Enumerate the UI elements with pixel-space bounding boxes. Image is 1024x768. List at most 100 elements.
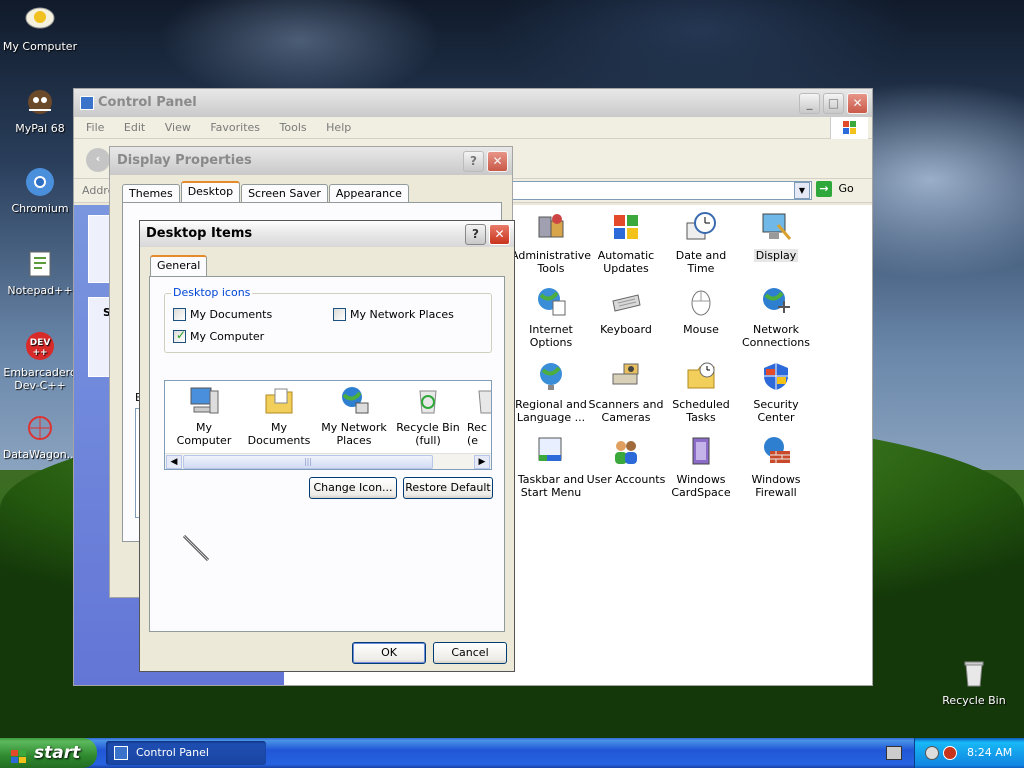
- cp-item-windows-firewall[interactable]: Windows Firewall: [736, 435, 816, 499]
- cp-item-label: Security Center: [753, 398, 799, 424]
- cp-item-label: Automatic Updates: [597, 249, 655, 275]
- desktop-icon-recycle-bin[interactable]: Recycle Bin: [934, 658, 1014, 707]
- cp-item-scheduled-tasks[interactable]: Scheduled Tasks: [661, 360, 741, 424]
- cp-item-network-connections[interactable]: Network Connections: [736, 285, 816, 349]
- cp-item-label: Regional and Language ...: [515, 398, 587, 424]
- cp-item-security-center[interactable]: Security Center: [736, 360, 816, 424]
- horizontal-scrollbar[interactable]: ◀ ||| ▶: [165, 453, 491, 469]
- desktop-icon-label: MyPal 68: [15, 122, 65, 135]
- start-button[interactable]: start: [0, 738, 97, 768]
- close-button[interactable]: ✕: [487, 151, 508, 172]
- go-label: Go: [838, 182, 854, 195]
- icon-list-item-label: My Computer: [176, 421, 232, 447]
- icon-list-view[interactable]: My Computer My Documents My Network Plac…: [164, 380, 492, 470]
- desktop-icon-devcpp[interactable]: DEV ++ Embarcadero Dev-C++: [0, 330, 80, 392]
- change-icon-button[interactable]: Change Icon...: [309, 477, 397, 499]
- scroll-left-button[interactable]: ◀: [166, 455, 182, 469]
- my-network-places-checkbox-label: My Network Places: [350, 308, 454, 321]
- cp-item-date-and-time[interactable]: Date and Time: [661, 211, 741, 275]
- desktop-icon-label: Chromium: [11, 202, 69, 215]
- cp-item-regional-language[interactable]: Regional and Language ...: [511, 360, 591, 424]
- network-tray-icon[interactable]: [925, 746, 939, 760]
- cp-item-automatic-updates[interactable]: Automatic Updates: [586, 211, 666, 275]
- cp-item-keyboard[interactable]: Keyboard: [586, 285, 666, 336]
- desktop-icons-group-label: Desktop icons: [171, 286, 253, 299]
- desktop-items-titlebar[interactable]: Desktop Items ? ✕: [140, 221, 514, 247]
- cp-item-label: Windows Firewall: [751, 473, 801, 499]
- taskbar-item-label: Control Panel: [136, 746, 209, 759]
- cp-item-scanners-cameras[interactable]: Scanners and Cameras: [586, 360, 666, 424]
- icon-list-item[interactable]: Recycle Bin (full): [393, 385, 463, 447]
- taskbar-item-control-panel[interactable]: Control Panel: [106, 741, 266, 765]
- desktop-items-dialog[interactable]: Desktop Items ? ✕ General Desktop icons …: [139, 220, 515, 672]
- icon-list-item[interactable]: My Documents: [241, 385, 317, 447]
- mypal-icon: [24, 86, 56, 118]
- cp-item-display[interactable]: Display: [736, 211, 816, 262]
- control-panel-titlebar[interactable]: Control Panel _ □ ✕: [74, 89, 872, 117]
- menu-help[interactable]: Help: [326, 121, 351, 134]
- cp-item-internet-options[interactable]: Internet Options: [511, 285, 591, 349]
- menu-edit[interactable]: Edit: [124, 121, 145, 134]
- documents-icon: [263, 385, 295, 417]
- computer-icon: [24, 4, 56, 36]
- icon-list-item[interactable]: My Computer: [169, 385, 239, 447]
- my-network-places-checkbox[interactable]: [333, 308, 346, 321]
- menu-favorites[interactable]: Favorites: [210, 121, 260, 134]
- restore-default-button[interactable]: Restore Default: [403, 477, 493, 499]
- notepadpp-icon: [24, 248, 56, 280]
- tab-general[interactable]: General: [150, 255, 208, 276]
- cp-item-mouse[interactable]: Mouse: [661, 285, 741, 336]
- tab-desktop[interactable]: Desktop: [180, 181, 241, 202]
- desktop-icon-chromium[interactable]: Chromium: [0, 166, 80, 215]
- desktop-icon-notepadpp[interactable]: Notepad++: [0, 248, 80, 297]
- desktop-icon-mypal[interactable]: MyPal 68: [0, 86, 80, 135]
- icon-list-item[interactable]: My Network Places: [319, 385, 389, 447]
- menu-view[interactable]: View: [165, 121, 191, 134]
- my-computer-checkbox[interactable]: ✓: [173, 328, 186, 343]
- desktop-icon-datawagon[interactable]: DataWagon...: [0, 412, 80, 461]
- close-button[interactable]: ✕: [489, 224, 510, 245]
- tab-appearance[interactable]: Appearance: [328, 184, 409, 202]
- cp-item-user-accounts[interactable]: User Accounts: [586, 435, 666, 486]
- recycle-bin-full-icon: [412, 385, 444, 417]
- clock-icon: [685, 211, 717, 243]
- scroll-thumb[interactable]: |||: [183, 455, 433, 469]
- cancel-button[interactable]: Cancel: [433, 642, 507, 664]
- cp-item-label: Display: [753, 249, 799, 262]
- cp-item-label: Administrative Tools: [511, 249, 592, 275]
- minimize-button[interactable]: _: [799, 93, 820, 114]
- general-panel: Desktop icons My Documents My Network Pl…: [149, 276, 505, 632]
- help-button[interactable]: ?: [463, 151, 484, 172]
- keyboard-tray-icon[interactable]: [886, 746, 902, 760]
- desktop-icon-my-computer[interactable]: My Computer: [0, 4, 80, 53]
- security-tray-icon[interactable]: [943, 746, 957, 760]
- cp-item-administrative-tools[interactable]: Administrative Tools: [511, 211, 591, 275]
- cp-item-label: Scanners and Cameras: [588, 398, 664, 424]
- my-documents-checkbox[interactable]: [173, 308, 186, 321]
- maximize-button[interactable]: □: [823, 93, 844, 114]
- address-dropdown-button[interactable]: ▼: [794, 182, 810, 199]
- cp-item-label: Scheduled Tasks: [672, 398, 730, 424]
- computer-icon: [188, 385, 220, 417]
- svg-text:++: ++: [32, 348, 47, 358]
- close-button[interactable]: ✕: [847, 93, 868, 114]
- cp-item-label: Internet Options: [529, 323, 573, 349]
- ok-button[interactable]: OK: [352, 642, 426, 664]
- go-button[interactable]: → Go: [816, 181, 856, 201]
- cp-item-taskbar-start-menu[interactable]: Taskbar and Start Menu: [511, 435, 591, 499]
- menu-file[interactable]: File: [86, 121, 104, 134]
- desktop-icon-label: Recycle Bin: [942, 694, 1006, 707]
- tab-themes[interactable]: Themes: [122, 184, 180, 202]
- tab-screen-saver[interactable]: Screen Saver: [241, 184, 328, 202]
- cp-item-windows-cardspace[interactable]: Windows CardSpace: [661, 435, 741, 499]
- display-properties-titlebar[interactable]: Display Properties ? ✕: [110, 147, 512, 175]
- help-button[interactable]: ?: [465, 224, 486, 245]
- windows-flag-icon: [10, 745, 28, 763]
- address-field[interactable]: [504, 181, 812, 200]
- icon-list-item[interactable]: Rec (e: [467, 385, 491, 447]
- scroll-right-button[interactable]: ▶: [474, 455, 490, 469]
- menu-tools[interactable]: Tools: [280, 121, 307, 134]
- clock[interactable]: 8:24 AM: [967, 738, 1012, 768]
- desktop-items-tabs: General: [150, 255, 208, 278]
- back-button[interactable]: ‹: [86, 148, 110, 172]
